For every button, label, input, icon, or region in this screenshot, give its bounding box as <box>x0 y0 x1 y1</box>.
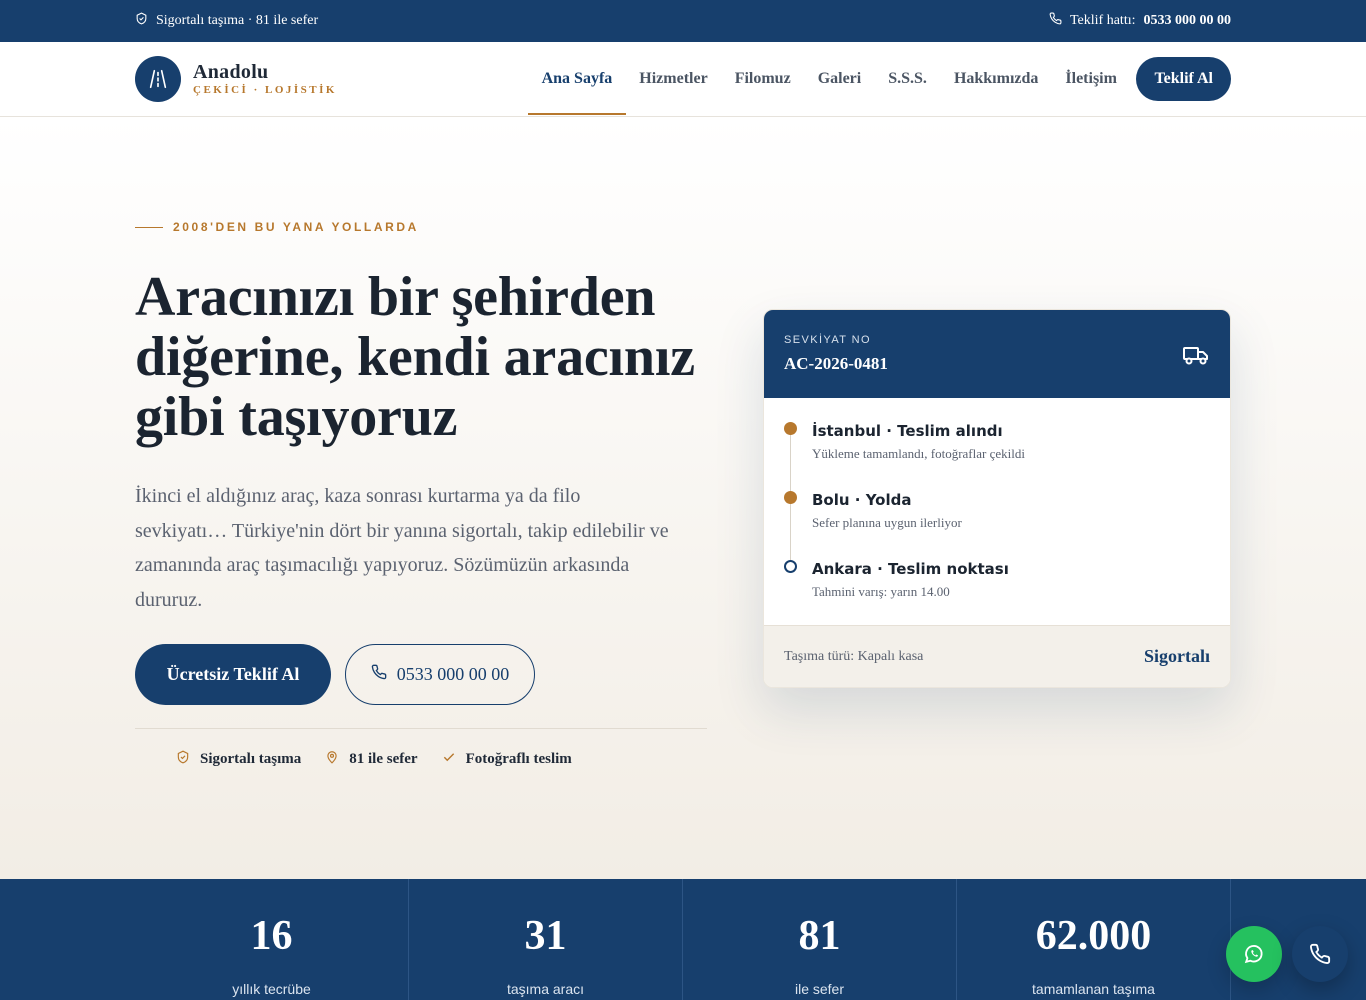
timeline-step: Bolu · Yolda Sefer planına uygun ilerliy… <box>784 491 1210 560</box>
hotline-label: Teklif hattı: <box>1069 13 1136 28</box>
phone-icon <box>1049 12 1062 30</box>
stat-value: 16 <box>250 913 293 959</box>
step-subtitle: Tahmini varış: yarın 14.00 <box>812 584 950 599</box>
step-subtitle: Sefer planına uygun ilerliyor <box>812 515 962 530</box>
truck-icon <box>1183 347 1208 365</box>
free-quote-button[interactable]: Ücretsiz Teklif Al <box>135 644 331 705</box>
whatsapp-icon <box>1244 945 1263 964</box>
shipment-timeline: İstanbul · Teslim alındı Yükleme tamamla… <box>764 398 1230 626</box>
step-title: İstanbul · Teslim alındı <box>812 422 1003 440</box>
stat-value: 31 <box>524 913 567 959</box>
hero-section: 2008'DEN BU YANA YOLLARDA Aracınızı bir … <box>0 117 1366 879</box>
shield-icon <box>176 750 190 769</box>
shield-icon <box>135 12 148 30</box>
phone-icon <box>1310 943 1331 964</box>
hotline-number[interactable]: 0533 000 00 00 <box>1144 13 1232 29</box>
site-header: Anadolu ÇEKİCİ · LOJİSTİK Ana Sayfa Hizm… <box>0 42 1366 117</box>
call-button[interactable]: 0533 000 00 00 <box>345 644 535 705</box>
top-info-bar: Sigortalı taşıma · 81 ile sefer Teklif h… <box>0 0 1366 42</box>
feature-insured: Sigortalı taşıma <box>176 750 301 769</box>
step-subtitle: Yükleme tamamlandı, fotoğraflar çekildi <box>812 446 1025 461</box>
brand-name: Anadolu <box>193 61 269 83</box>
feature-81-cities: 81 ile sefer <box>325 750 418 769</box>
topbar-left-text: Sigortalı taşıma · 81 ile sefer <box>156 13 319 28</box>
stats-band: 16 yıllık tecrübe 31 taşıma aracı 81 ile… <box>0 879 1366 1000</box>
topbar-hotline[interactable]: Teklif hattı: 0533 000 00 00 <box>1049 12 1231 30</box>
hero-divider <box>135 728 707 729</box>
shipment-number: AC-2026-0481 <box>784 354 888 373</box>
stat-item: 62.000 tamamlanan taşıma <box>957 879 1231 1000</box>
hero-description: İkinci el aldığınız araç, kaza sonrası k… <box>135 485 669 611</box>
nav-services[interactable]: Hizmetler <box>626 56 721 102</box>
phone-icon <box>371 664 387 685</box>
timeline-step: Ankara · Teslim noktası Tahmini varış: y… <box>784 560 1210 629</box>
nav-faq[interactable]: S.S.S. <box>875 56 941 102</box>
timeline-step: İstanbul · Teslim alındı Yükleme tamamla… <box>784 422 1210 491</box>
shipment-card: SEVKİYAT NO AC-2026-0481 İstanbul · Tesl… <box>763 309 1231 688</box>
map-pin-icon <box>325 750 339 769</box>
stat-value: 62.000 <box>1035 913 1152 959</box>
call-button-label: 0533 000 00 00 <box>396 664 510 684</box>
feature-label: Sigortalı taşıma <box>200 751 302 767</box>
get-quote-button[interactable]: Teklif Al <box>1136 57 1231 101</box>
step-title: Bolu · Yolda <box>812 491 912 509</box>
eyebrow-text: 2008'DEN BU YANA YOLLARDA <box>173 220 419 234</box>
check-icon <box>442 750 456 769</box>
floating-call-button[interactable] <box>1292 926 1348 982</box>
nav-home[interactable]: Ana Sayfa <box>528 56 626 115</box>
main-nav: Ana Sayfa Hizmetler Filomuz Galeri S.S.S… <box>528 56 1231 115</box>
step-done-dot <box>784 422 797 435</box>
shipment-header: SEVKİYAT NO AC-2026-0481 <box>764 310 1230 398</box>
feature-label: Fotoğraflı teslim <box>465 751 572 767</box>
whatsapp-button[interactable] <box>1226 926 1282 982</box>
nav-gallery[interactable]: Galeri <box>804 56 875 102</box>
brand-tagline: ÇEKİCİ · LOJİSTİK <box>193 84 337 96</box>
shipment-footer: Taşıma türü: Kapalı kasa Sigortalı <box>764 625 1230 687</box>
nav-contact[interactable]: İletişim <box>1052 56 1131 102</box>
feature-list: Sigortalı taşıma 81 ile sefer Fotoğraflı… <box>176 750 572 769</box>
brand-logo-link[interactable]: Anadolu ÇEKİCİ · LOJİSTİK <box>135 56 337 102</box>
topbar-insurance: Sigortalı taşıma · 81 ile sefer <box>135 12 318 30</box>
shipment-type: Taşıma türü: Kapalı kasa <box>784 648 924 664</box>
shipment-label: SEVKİYAT NO <box>784 334 871 346</box>
nav-fleet[interactable]: Filomuz <box>721 56 804 102</box>
hero-title: Aracınızı bir şehirden diğerine, kendi a… <box>135 266 695 448</box>
stat-item: 81 ile sefer <box>683 879 957 1000</box>
feature-photo-delivery: Fotoğraflı teslim <box>442 750 572 769</box>
stat-label: yıllık tecrübe <box>232 981 311 997</box>
feature-label: 81 ile sefer <box>349 751 418 767</box>
stat-label: ile sefer <box>794 981 845 997</box>
step-pending-dot <box>784 560 797 573</box>
nav-about[interactable]: Hakkımızda <box>940 56 1051 102</box>
stat-value: 81 <box>798 913 841 959</box>
stat-label: taşıma aracı <box>506 981 585 997</box>
eyebrow-line <box>135 226 163 228</box>
hero-eyebrow: 2008'DEN BU YANA YOLLARDA <box>135 220 419 234</box>
step-done-dot <box>784 491 797 504</box>
road-logo-icon <box>135 56 181 102</box>
stat-item: 16 yıllık tecrübe <box>135 879 409 1000</box>
insured-badge: Sigortalı <box>1144 646 1210 666</box>
step-title: Ankara · Teslim noktası <box>812 560 1009 578</box>
stat-label: tamamlanan taşıma <box>1032 981 1155 997</box>
stat-item: 31 taşıma aracı <box>409 879 683 1000</box>
